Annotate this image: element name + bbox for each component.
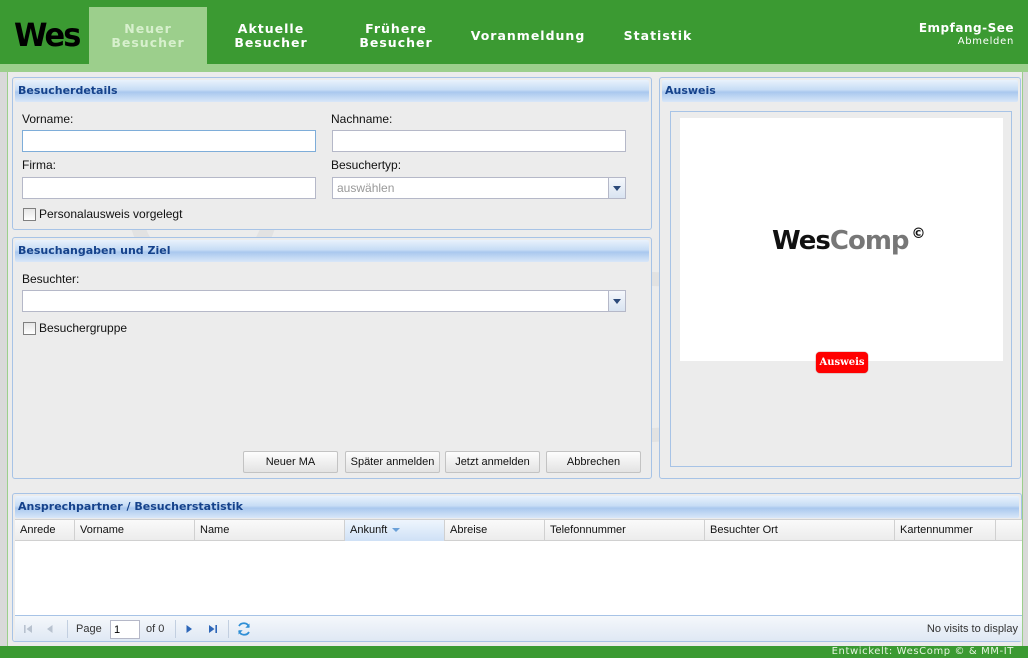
footer-bar: Entwickelt: WesComp © & MM-IT [0, 646, 1028, 658]
footer-credit: Entwickelt: WesComp © & MM-IT [831, 646, 1014, 657]
nav-tab-past-visitors[interactable]: Frühere Besucher [337, 7, 455, 64]
grid-empty-message: No visits to display [926, 623, 1018, 635]
grid-header-row: Anrede Vorname Name Ankunft Abreise Tele… [15, 519, 1022, 541]
visitor-details-panel: Besucherdetails Vorname: Nachname: Firma… [12, 77, 652, 230]
last-name-input[interactable] [332, 130, 626, 152]
company-label: Firma: [22, 158, 56, 172]
nav-tab-new-visitor-line2: Besucher [111, 34, 185, 50]
visitor-type-dropdown-trigger[interactable] [608, 178, 625, 198]
pager-separator [175, 620, 176, 638]
grid-body [15, 541, 1022, 615]
column-header-arrival[interactable]: Ankunft [345, 520, 445, 541]
last-page-icon[interactable] [206, 622, 220, 636]
badge-preview-area: WesComp © Ausweis [670, 111, 1012, 467]
visited-person-select[interactable] [22, 290, 626, 312]
id-presented-checkbox[interactable] [23, 208, 36, 221]
column-header-name[interactable]: Name [195, 520, 345, 541]
print-badge-button[interactable]: Ausweis [816, 352, 868, 373]
first-page-icon[interactable] [21, 622, 35, 636]
first-name-input[interactable] [22, 130, 316, 152]
visitor-group-label[interactable]: Besuchergruppe [39, 321, 127, 335]
badge-panel: Ausweis WesComp © Ausweis [659, 77, 1021, 479]
pager-separator [67, 620, 68, 638]
nav-tab-past-line2: Besucher [359, 34, 433, 50]
register-now-button[interactable]: Jetzt anmelden [445, 451, 540, 473]
next-page-icon[interactable] [182, 622, 196, 636]
chevron-down-icon [613, 185, 621, 191]
column-header-departure[interactable]: Abreise [445, 520, 545, 541]
column-header-first-name[interactable]: Vorname [75, 520, 195, 541]
column-header-salutation[interactable]: Anrede [15, 520, 75, 541]
nav-tab-current-line1: Aktuelle [237, 20, 305, 36]
visitor-type-placeholder: auswählen [337, 181, 395, 195]
visitor-type-label: Besuchertyp: [331, 158, 402, 172]
cancel-button[interactable]: Abbrechen [546, 451, 641, 473]
previous-page-icon[interactable] [43, 622, 57, 636]
visited-person-label: Besuchter: [22, 272, 80, 286]
nav-tab-current-line2: Besucher [234, 34, 308, 50]
refresh-icon[interactable] [236, 621, 252, 637]
contacts-statistics-panel: Ansprechpartner / Besucherstatistik Anre… [12, 493, 1022, 642]
wes-logo: Wes [14, 16, 81, 54]
visitor-group-checkbox[interactable] [23, 322, 36, 335]
logout-link[interactable]: Abmelden [919, 36, 1014, 47]
badge-title: Ausweis [662, 80, 1018, 102]
nav-underline-bar [0, 64, 1028, 72]
main-content: Besucherdetails Vorname: Nachname: Firma… [7, 72, 1023, 646]
page-number-input[interactable] [110, 620, 140, 639]
visit-target-panel: Besuchangaben und Ziel Besuchter: Besuch… [12, 237, 652, 479]
visited-person-dropdown-trigger[interactable] [608, 291, 625, 311]
column-header-arrival-label: Ankunft [350, 524, 388, 536]
id-presented-label[interactable]: Personalausweis vorgelegt [39, 207, 182, 221]
first-name-label: Vorname: [22, 112, 74, 126]
company-input[interactable] [22, 177, 316, 199]
visitor-details-title: Besucherdetails [15, 80, 649, 102]
register-later-button[interactable]: Später anmelden [345, 451, 440, 473]
nav-tab-preregistration[interactable]: Voranmeldung [470, 7, 586, 64]
badge-preview-card: WesComp © [680, 118, 1003, 361]
new-employee-button[interactable]: Neuer MA [243, 451, 338, 473]
nav-tab-new-visitor-line1: Neuer [124, 20, 172, 36]
last-name-label: Nachname: [331, 112, 393, 126]
contacts-statistics-title: Ansprechpartner / Besucherstatistik [15, 496, 1019, 518]
grid-pager: Page of 0 No visits to display [15, 615, 1022, 641]
chevron-down-icon [613, 298, 621, 304]
sort-descending-icon [392, 528, 401, 533]
user-name: Empfang-See [918, 21, 1014, 35]
nav-tab-statistics[interactable]: Statistik [610, 7, 706, 64]
nav-tab-new-visitor[interactable]: Neuer Besucher [89, 7, 207, 64]
nav-tab-past-line1: Frühere [365, 20, 427, 36]
user-area: Empfang-See Abmelden [919, 21, 1014, 47]
top-navigation-bar: Wes Neuer Besucher Aktuelle Besucher Frühe… [0, 0, 1028, 64]
column-header-phone[interactable]: Telefonnummer [545, 520, 705, 541]
page-label: Page [76, 623, 102, 635]
column-header-visited-location[interactable]: Besuchter Ort [705, 520, 895, 541]
visitor-type-select[interactable]: auswählen [332, 177, 626, 199]
visit-target-title: Besuchangaben und Ziel [15, 240, 649, 262]
wescomp-logo: WesComp © [772, 226, 926, 256]
nav-tab-current-visitors[interactable]: Aktuelle Besucher [212, 7, 330, 64]
column-header-card-number[interactable]: Kartennummer [895, 520, 996, 541]
pager-separator [228, 620, 229, 638]
page-count-label: of 0 [146, 623, 165, 635]
